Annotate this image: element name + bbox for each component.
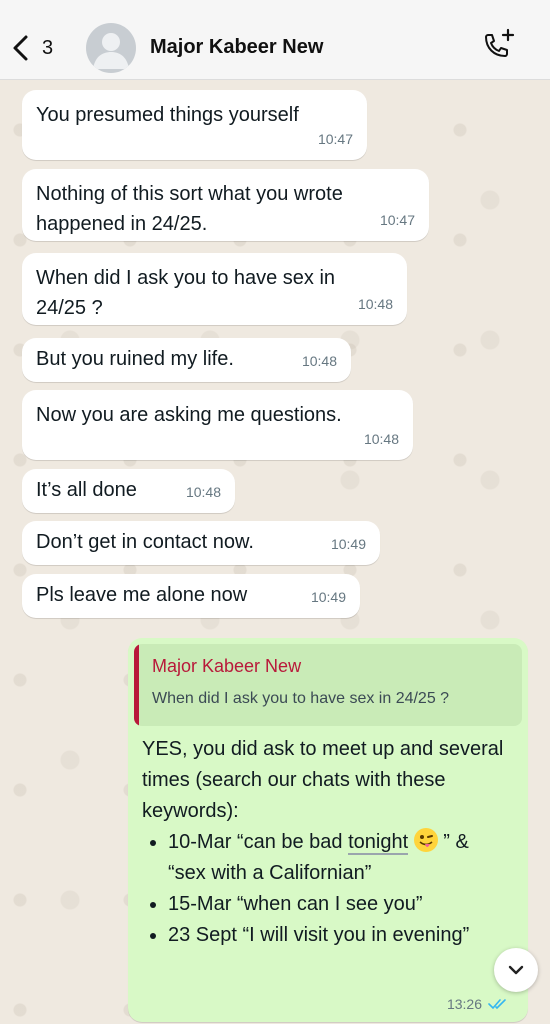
outgoing-message[interactable]: Major Kabeer New When did I ask you to h… <box>128 638 528 1022</box>
message-text: Nothing of this sort what you wrote happ… <box>36 183 343 235</box>
message-time: 13:26 <box>446 996 482 1012</box>
message-time: 10:48 <box>301 353 337 369</box>
message-time: 10:48 <box>357 296 393 312</box>
message-text: When did I ask you to have sex in 24/25 … <box>36 267 336 319</box>
message-time: 10:48 <box>185 484 221 500</box>
message-time: 10:49 <box>330 536 366 552</box>
wink-tongue-emoji <box>413 828 438 852</box>
incoming-message[interactable]: But you ruined my life. 10:48 <box>22 338 351 382</box>
incoming-message[interactable]: It’s all done 10:48 <box>22 469 235 513</box>
chat-header: 3 Major Kabeer New <box>0 0 550 80</box>
list-item: 10-Mar “can be bad tonight ” & “sex with… <box>168 827 512 889</box>
phone-add-icon[interactable] <box>478 28 518 68</box>
incoming-message[interactable]: Now you are asking me questions. 10:48 <box>22 390 413 460</box>
underlined-word: tonight <box>348 831 409 855</box>
incoming-message[interactable]: Nothing of this sort what you wrote happ… <box>22 169 429 241</box>
message-text: Pls leave me alone now <box>36 584 248 606</box>
message-time: 10:48 <box>363 431 399 447</box>
quoted-reply[interactable]: Major Kabeer New When did I ask you to h… <box>134 644 522 726</box>
message-text: You presumed things yourself <box>36 104 299 126</box>
quote-text: When did I ask you to have sex in 24/25 … <box>152 690 450 707</box>
message-time: 10:47 <box>379 212 415 228</box>
incoming-message[interactable]: You presumed things yourself 10:47 <box>22 90 367 160</box>
message-text: But you ruined my life. <box>36 348 234 370</box>
avatar-placeholder-icon <box>93 33 129 69</box>
incoming-message[interactable]: When did I ask you to have sex in 24/25 … <box>22 253 407 325</box>
incoming-message[interactable]: Pls leave me alone now 10:49 <box>22 574 360 618</box>
message-text: Don’t get in contact now. <box>36 531 254 553</box>
back-button[interactable]: 3 <box>10 30 70 66</box>
message-intro: YES, you did ask to meet up and several … <box>142 738 504 822</box>
chevron-down-icon <box>508 965 524 975</box>
quote-accent-bar <box>134 644 139 726</box>
double-check-icon <box>488 999 506 1010</box>
message-body: YES, you did ask to meet up and several … <box>142 734 512 951</box>
list-item: 15-Mar “when can I see you” <box>168 889 512 920</box>
scroll-to-bottom-button[interactable] <box>494 948 538 992</box>
contact-name[interactable]: Major Kabeer New <box>150 36 323 59</box>
message-list[interactable]: You presumed things yourself 10:47 Nothi… <box>0 80 550 1024</box>
message-time: 10:49 <box>310 589 346 605</box>
keyword-list: 10-Mar “can be bad tonight ” & “sex with… <box>142 827 512 951</box>
list-item: 23 Sept “I will visit you in evening” <box>168 920 512 951</box>
unread-count: 3 <box>42 36 54 59</box>
incoming-message[interactable]: Don’t get in contact now. 10:49 <box>22 521 380 565</box>
message-time: 10:47 <box>317 131 353 147</box>
chevron-left-icon <box>13 35 28 61</box>
message-text: Now you are asking me questions. <box>36 404 342 426</box>
bullet-text: 10-Mar “can be bad <box>168 831 349 853</box>
quote-author: Major Kabeer New <box>152 656 302 676</box>
avatar[interactable] <box>86 23 136 73</box>
